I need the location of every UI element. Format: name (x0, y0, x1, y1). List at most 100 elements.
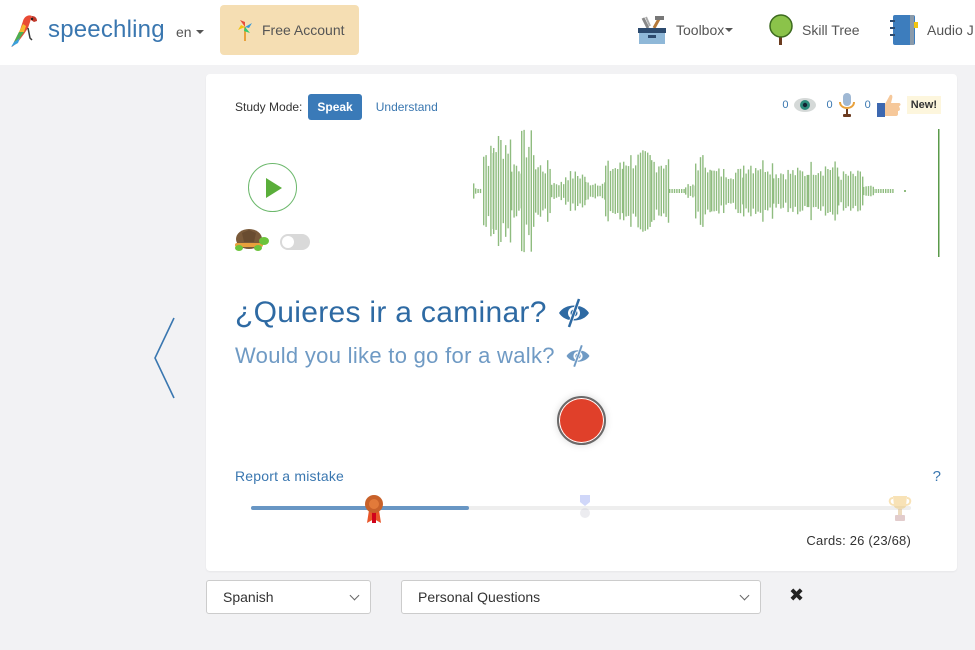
waveform-bar (513, 164, 515, 218)
language-dropdown[interactable]: en (176, 24, 204, 40)
waveform-bar (737, 168, 739, 214)
waveform-bar (515, 165, 518, 217)
waveform-bar (594, 183, 596, 199)
waveform-bar (812, 174, 815, 208)
target-sentence: ¿Quieres ir a caminar? (235, 296, 591, 330)
waveform-bar (870, 185, 872, 197)
nav-toolbox[interactable]: Toolbox (636, 14, 734, 46)
waveform-bar (581, 174, 584, 208)
waveform-bar (617, 169, 619, 213)
play-icon (265, 177, 282, 198)
record-button[interactable] (557, 396, 606, 445)
waveform-bar (599, 185, 601, 197)
waveform-bar (669, 189, 671, 193)
waveform-bar (757, 170, 759, 212)
category-select[interactable]: Personal Questions (401, 580, 761, 614)
waveform-bar (885, 188, 887, 194)
mode-speak-button[interactable]: Speak (308, 94, 362, 120)
brand-logo[interactable]: speechling (10, 12, 165, 48)
mode-understand-button[interactable]: Understand (376, 100, 438, 114)
waveform-bar (732, 179, 734, 203)
report-mistake-link[interactable]: Report a mistake (235, 468, 344, 484)
waveform-bar (852, 173, 854, 209)
turtle-slow-icon (235, 229, 269, 251)
waveform-bar (725, 177, 727, 205)
waveform-bar (518, 171, 520, 211)
waveform-bar (842, 171, 845, 211)
waveform-bar (801, 171, 804, 211)
waveform-bar (832, 167, 834, 215)
waveform-bar (845, 173, 847, 209)
parrot-logo-icon (11, 15, 37, 48)
waveform-bar (747, 169, 750, 213)
waveform-bar (727, 178, 730, 204)
nav-skill-tree[interactable]: Skill Tree (768, 14, 860, 46)
viewed-count: 0 (782, 99, 789, 111)
eye-slash-icon[interactable] (557, 298, 591, 328)
waveform-bar (487, 165, 490, 217)
waveform-bar (475, 188, 477, 194)
language-select[interactable]: Spanish (206, 580, 371, 614)
waveform-bar (681, 189, 683, 193)
waveform-bar (625, 165, 627, 217)
waveform-bar (485, 155, 487, 227)
waveform-bar (794, 175, 796, 207)
waveform-bar (560, 181, 562, 201)
waveform-bar (521, 130, 523, 252)
help-link[interactable]: ? (933, 468, 941, 485)
free-account-button[interactable]: Free Account (220, 5, 359, 55)
waveform-bar (762, 160, 764, 222)
waveform-bar (644, 151, 646, 231)
eye-slash-icon[interactable] (565, 344, 591, 368)
slow-audio-toggle[interactable] (280, 234, 310, 250)
waveform-bar (867, 186, 870, 196)
nav-audio-journal[interactable]: Audio J (889, 14, 974, 46)
waveform-bar (764, 172, 766, 210)
waveform-bar (718, 168, 720, 214)
waveform-bar (655, 172, 658, 210)
waveform-bar (653, 161, 655, 221)
waveform-bar (523, 129, 525, 253)
category-select-value: Personal Questions (418, 589, 541, 605)
waveform-bar (789, 173, 792, 209)
waveform-bar (739, 168, 742, 214)
waveform-bar (820, 171, 822, 211)
progress-fill (251, 506, 469, 510)
stats-bar: 0 0 0 New! (782, 92, 941, 118)
waveform-bar (553, 183, 555, 199)
study-mode-label: Study Mode: (235, 100, 303, 114)
waveform-bar (574, 171, 576, 211)
target-sentence-text: ¿Quieres ir a caminar? (235, 296, 547, 329)
waveform-bar (589, 185, 592, 197)
waveform-bar (755, 168, 757, 214)
audio-waveform[interactable] (468, 124, 943, 259)
caret-down-icon (725, 28, 734, 32)
chevron-down-icon (739, 590, 750, 600)
tree-icon (769, 14, 793, 45)
cards-count: Cards: 26 (23/68) (806, 533, 911, 548)
waveform-bar (889, 189, 892, 193)
waveform-bar (635, 165, 637, 217)
waveform-bar (815, 175, 817, 207)
chevron-down-icon (349, 590, 360, 600)
waveform-bar (857, 170, 859, 212)
waveform-bar (495, 152, 497, 230)
waveform-bar (649, 155, 651, 227)
previous-card-arrow[interactable] (152, 316, 178, 400)
waveform-bar (585, 181, 587, 201)
top-navbar: speechling en Free Account Toolbox Skill… (0, 0, 975, 65)
waveform-bar (565, 177, 567, 205)
waveform-bar (687, 184, 689, 198)
waveform-bar (702, 155, 704, 227)
new-badge: New! (906, 96, 941, 114)
waveform-bar (537, 167, 539, 215)
thumbs-up-icon (876, 94, 901, 117)
waveform-bar (806, 174, 808, 208)
waveform-bar (692, 184, 694, 198)
study-mode-switch: Study Mode: Speak Understand (235, 94, 438, 120)
close-icon[interactable]: ✖ (789, 585, 804, 606)
waveform-bar (597, 185, 599, 197)
waveform-bar (836, 167, 839, 215)
waveform-bar (782, 174, 784, 208)
play-audio-button[interactable] (248, 163, 297, 212)
